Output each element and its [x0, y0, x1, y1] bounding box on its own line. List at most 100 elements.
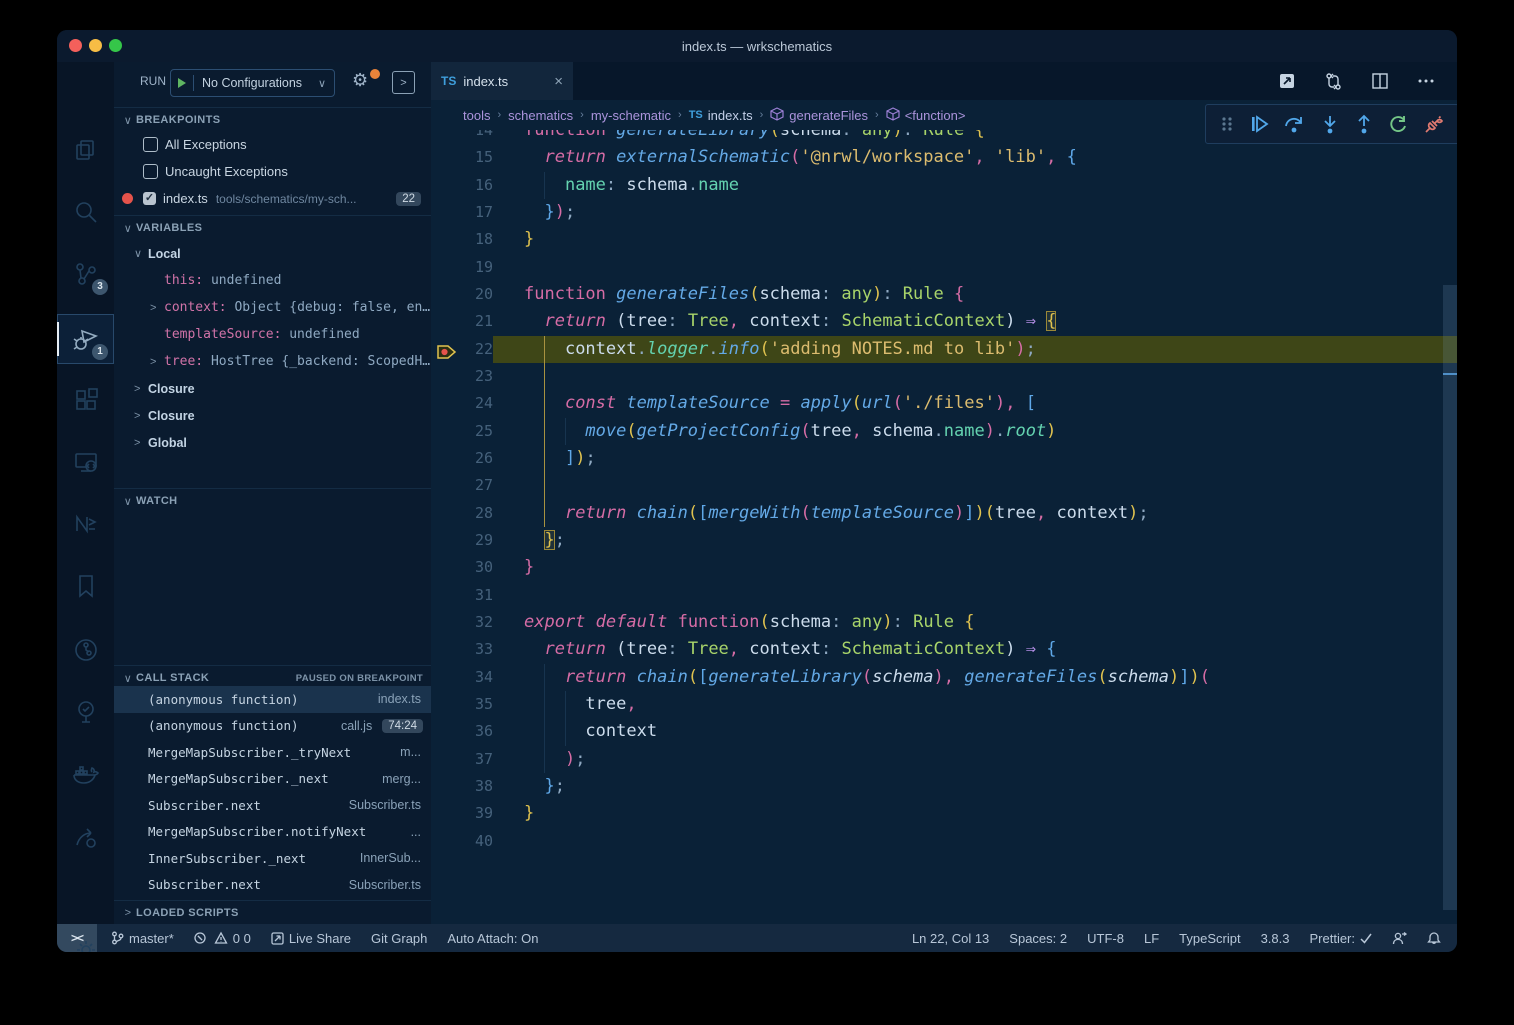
nx-console-icon[interactable] [57, 499, 114, 549]
code-line[interactable]: 32export default function(schema: any): … [431, 609, 1457, 636]
call-stack-frame[interactable]: (anonymous function)index.ts [114, 686, 431, 713]
call-stack-frame[interactable]: Subscriber.nextSubscriber.ts [114, 792, 431, 819]
code-line[interactable]: 16 name: schema.name [431, 172, 1457, 199]
variable-row[interactable]: ∨Local [114, 240, 431, 267]
status-item-typescript[interactable]: TypeScript [1179, 931, 1240, 946]
start-debug-icon[interactable] [178, 78, 186, 88]
restart-icon[interactable] [1388, 114, 1408, 134]
code-line[interactable]: 25 move(getProjectConfig(tree, schema.na… [431, 418, 1457, 445]
open-changes-icon[interactable] [1278, 72, 1296, 90]
code-line[interactable]: 15 return externalSchematic('@nrwl/works… [431, 144, 1457, 171]
call-stack-frame[interactable]: (anonymous function)call.js74:24 [114, 713, 431, 740]
breakpoint-row[interactable]: Uncaught Exceptions [114, 158, 431, 185]
breadcrumb-item-myschematic[interactable]: my-schematic [591, 108, 671, 123]
status-item-lf[interactable]: LF [1144, 931, 1159, 946]
line-number[interactable]: 40 [431, 828, 493, 855]
line-number[interactable]: 18 [431, 226, 493, 253]
line-number[interactable]: 27 [431, 472, 493, 499]
compare-changes-icon[interactable] [1324, 72, 1343, 91]
breadcrumb-item-schematics[interactable]: schematics [508, 108, 573, 123]
chevron-down-icon[interactable]: ∨ [318, 77, 334, 90]
line-number[interactable]: 38 [431, 773, 493, 800]
code-line[interactable]: 36 context [431, 718, 1457, 745]
status-item-ln-22-col-13[interactable]: Ln 22, Col 13 [912, 931, 989, 946]
line-number[interactable]: 14 [431, 130, 493, 144]
code-line[interactable]: 34 return chain([generateLibrary(schema)… [431, 664, 1457, 691]
line-number[interactable]: 21 [431, 308, 493, 335]
status-item-spaces-2[interactable]: Spaces: 2 [1009, 931, 1067, 946]
gitlens-icon[interactable] [57, 625, 114, 675]
checkbox[interactable] [143, 137, 158, 152]
code-line[interactable]: 22 context.logger.info('adding NOTES.md … [431, 336, 1457, 363]
line-number[interactable]: 17 [431, 199, 493, 226]
watch-section-header[interactable]: ∨ WATCH [114, 488, 431, 513]
code-line[interactable]: 31 [431, 582, 1457, 609]
split-editor-icon[interactable] [1371, 72, 1389, 90]
bookmarks-icon[interactable] [57, 561, 114, 611]
debug-console-button[interactable]: > [392, 71, 415, 94]
variable-row[interactable]: >Closure [114, 402, 431, 429]
code-line[interactable]: 19 [431, 254, 1457, 281]
status-item-prettier-[interactable]: Prettier: [1309, 931, 1372, 946]
breakpoint-row[interactable]: ✓index.tstools/schematics/my-sch...22 [114, 185, 431, 212]
variable-row[interactable]: >tree: HostTree {_backend: ScopedH… [114, 348, 431, 375]
variables-section-header[interactable]: ∨ VARIABLES [114, 215, 431, 240]
breadcrumb-item-indexts[interactable]: TSindex.ts [689, 108, 753, 123]
configuration-value[interactable]: No Configurations [194, 76, 318, 90]
call-stack-frame[interactable]: MergeMapSubscriber._nextmerg... [114, 766, 431, 793]
test-explorer-icon[interactable] [57, 687, 114, 737]
status-item-live-share[interactable]: Live Share [271, 931, 351, 946]
code-line[interactable]: 39} [431, 800, 1457, 827]
drag-grip-icon[interactable] [1220, 115, 1234, 133]
step-into-icon[interactable] [1320, 114, 1340, 134]
variable-row[interactable]: this: undefined [114, 267, 431, 294]
line-number[interactable]: 15 [431, 144, 493, 171]
code-line[interactable]: 30} [431, 554, 1457, 581]
status-item[interactable] [1392, 931, 1407, 945]
status-item-auto-attach-on[interactable]: Auto Attach: On [447, 931, 538, 946]
source-control-icon[interactable]: 3 [57, 249, 114, 299]
docker-icon[interactable] [57, 750, 114, 800]
vertical-scrollbar[interactable] [1443, 285, 1457, 910]
variable-row[interactable]: >Global [114, 429, 431, 456]
disconnect-icon[interactable] [1423, 114, 1444, 135]
code-line[interactable]: 29 }; [431, 527, 1457, 554]
line-number[interactable]: 35 [431, 691, 493, 718]
line-number[interactable]: 28 [431, 500, 493, 527]
breadcrumb-item-tools[interactable]: tools [463, 108, 490, 123]
explorer-icon[interactable] [57, 125, 114, 175]
tab-index-ts[interactable]: TS index.ts × [431, 62, 573, 100]
close-window-button[interactable] [69, 39, 82, 52]
breadcrumb-item-function[interactable]: <function> [886, 107, 966, 124]
code-line[interactable]: 40 [431, 828, 1457, 855]
status-item-0-0[interactable]: 0 0 [194, 931, 251, 946]
extensions-icon[interactable] [57, 375, 114, 425]
line-number[interactable]: 20 [431, 281, 493, 308]
code-line[interactable]: 26 ]); [431, 445, 1457, 472]
search-icon[interactable] [57, 187, 114, 237]
launch-configuration-dropdown[interactable]: No Configurations ∨ [170, 69, 335, 97]
code-line[interactable]: 35 tree, [431, 691, 1457, 718]
line-number[interactable]: 19 [431, 254, 493, 281]
line-number[interactable]: 16 [431, 172, 493, 199]
status-item-git-graph[interactable]: Git Graph [371, 931, 427, 946]
status-item-3-8-3[interactable]: 3.8.3 [1261, 931, 1290, 946]
code-line[interactable]: 18} [431, 226, 1457, 253]
minimize-window-button[interactable] [89, 39, 102, 52]
line-number[interactable]: 24 [431, 390, 493, 417]
more-actions-icon[interactable] [1417, 72, 1435, 90]
line-number[interactable]: 31 [431, 582, 493, 609]
code-line[interactable]: 33 return (tree: Tree, context: Schemati… [431, 636, 1457, 663]
code-editor[interactable]: 14function generateLibrary(schema: any):… [431, 130, 1457, 924]
configure-gear-icon[interactable]: ⚙ [352, 70, 368, 91]
code-line[interactable]: 23 [431, 363, 1457, 390]
code-line[interactable]: 24 const templateSource = apply(url('./f… [431, 390, 1457, 417]
line-number[interactable]: 32 [431, 609, 493, 636]
status-item-master-[interactable]: master* [111, 931, 174, 946]
line-number[interactable]: 34 [431, 664, 493, 691]
checkbox[interactable] [143, 164, 158, 179]
continue-icon[interactable] [1249, 114, 1269, 134]
maximize-window-button[interactable] [109, 39, 122, 52]
code-line[interactable]: 28 return chain([mergeWith(templateSourc… [431, 500, 1457, 527]
close-tab-icon[interactable]: × [554, 73, 563, 90]
